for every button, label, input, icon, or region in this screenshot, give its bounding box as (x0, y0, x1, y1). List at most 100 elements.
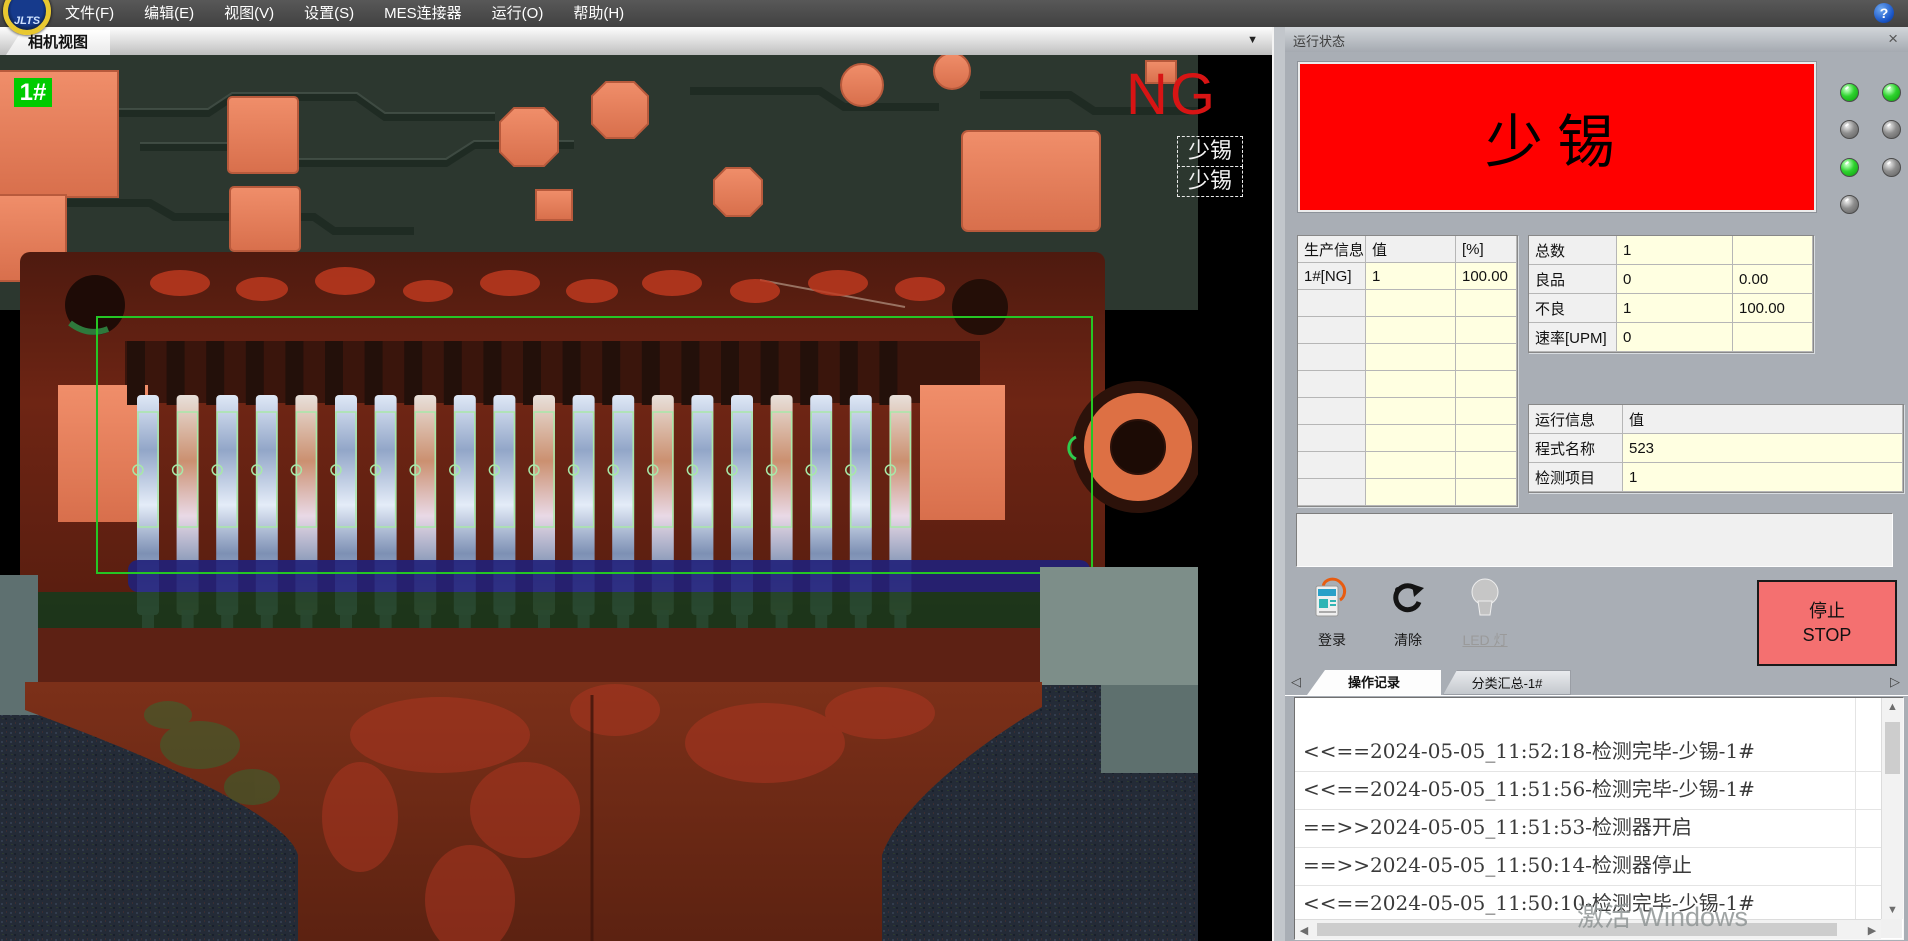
alarm-text: 少锡 (1485, 95, 1629, 179)
table-cell (1456, 371, 1517, 398)
alarm-banner: 少锡 (1298, 62, 1816, 212)
table-cell (1366, 452, 1456, 479)
scroll-right-icon[interactable]: ▶ (1866, 924, 1878, 937)
table-cell (1733, 323, 1813, 352)
table-cell (1298, 398, 1366, 425)
table-row: 生产信息值[%] (1298, 236, 1517, 263)
log-entry[interactable]: <<==2024-05-05_11:52:18-检测完毕-少锡-1# (1295, 734, 1881, 772)
table-cell (1298, 290, 1366, 317)
camera-number-badge: 1# (14, 78, 52, 107)
inspection-result-text: NG (1126, 61, 1217, 128)
table-cell (1733, 236, 1813, 265)
scroll-down-icon[interactable]: ▼ (1882, 904, 1903, 916)
table-cell (1456, 452, 1517, 479)
table-cell (1366, 344, 1456, 371)
vertical-scrollbar[interactable]: ▲ ▼ (1881, 698, 1903, 919)
status-panel-header: 运行状态 × (1285, 27, 1908, 53)
table-cell (1298, 371, 1366, 398)
status-led-green (1840, 83, 1859, 102)
clear-icon (1386, 576, 1430, 622)
led-bulb-icon (1463, 576, 1507, 622)
table-row (1298, 290, 1517, 317)
table-cell (1366, 371, 1456, 398)
status-led-gray (1840, 120, 1859, 139)
tab-scroll-left-icon[interactable]: ◁ (1291, 674, 1301, 690)
app-window: JLTS 文件(F)编辑(E)视图(V)设置(S)MES连接器运行(O)帮助(H… (0, 0, 1908, 941)
status-led-green (1882, 83, 1901, 102)
table-row (1298, 452, 1517, 479)
log-entry[interactable]: ==>>2024-05-05_11:51:53-检测器开启 (1295, 810, 1881, 848)
log-tab-bar: ◁ 操作记录 分类汇总-1# ▷ (1285, 668, 1908, 696)
tab-scroll-right-icon[interactable]: ▷ (1890, 674, 1900, 690)
menu-items: 文件(F)编辑(E)视图(V)设置(S)MES连接器运行(O)帮助(H) (50, 0, 639, 27)
table-row: 速率[UPM]0 (1529, 323, 1813, 352)
table-cell: 检测项目 (1529, 463, 1623, 492)
table-cell: 0 (1617, 265, 1733, 294)
table-cell (1366, 479, 1456, 506)
table-cell (1298, 452, 1366, 479)
menu-item[interactable]: 编辑(E) (129, 0, 209, 27)
table-cell (1298, 479, 1366, 506)
table-header-cell: 生产信息 (1298, 236, 1366, 263)
table-cell (1366, 425, 1456, 452)
table-cell: 总数 (1529, 236, 1617, 265)
message-box (1296, 513, 1893, 567)
status-led-gray (1882, 120, 1901, 139)
table-row: 不良1100.00 (1529, 294, 1813, 323)
table-row: 总数1 (1529, 236, 1813, 265)
stop-label-en: STOP (1803, 623, 1852, 647)
camera-view[interactable]: 1# NG 少锡 少锡 (0, 55, 1272, 941)
stats-table: 总数1良品00.00不良1100.00速率[UPM]0 (1528, 235, 1814, 353)
table-row: 良品00.00 (1529, 265, 1813, 294)
table-cell: 1#[NG] (1298, 263, 1366, 290)
tab-class-summary[interactable]: 分类汇总-1# (1443, 670, 1571, 695)
scroll-up-icon[interactable]: ▲ (1882, 701, 1903, 713)
table-cell: 0.00 (1733, 265, 1813, 294)
log-entry[interactable]: <<==2024-05-05_11:50:10-检测完毕-少锡-1# (1295, 886, 1881, 919)
camera-tab-strip: 相机视图 ▼ (0, 27, 1272, 56)
operation-log-list[interactable]: <<==2024-05-05_11:52:18-检测完毕-少锡-1#<<==20… (1294, 697, 1904, 940)
menu-item[interactable]: 设置(S) (289, 0, 369, 27)
defect-tag-list: 少锡 少锡 (1177, 137, 1243, 197)
table-row (1298, 371, 1517, 398)
table-cell: 良品 (1529, 265, 1617, 294)
table-cell (1298, 425, 1366, 452)
close-icon[interactable]: × (1888, 29, 1898, 49)
menu-bar: JLTS 文件(F)编辑(E)视图(V)设置(S)MES连接器运行(O)帮助(H… (0, 0, 1908, 27)
defect-tag: 少锡 (1177, 166, 1243, 197)
table-row (1298, 344, 1517, 371)
help-icon[interactable]: ? (1874, 3, 1894, 23)
menu-item[interactable]: 视图(V) (209, 0, 289, 27)
scroll-left-icon[interactable]: ◀ (1298, 924, 1310, 937)
tab-operation-log[interactable]: 操作记录 (1307, 670, 1441, 695)
login-button[interactable]: 登录 (1297, 576, 1367, 642)
table-header-cell: [%] (1456, 236, 1517, 263)
led-light-button[interactable]: LED 灯 (1450, 576, 1520, 642)
run-info-table: 运行信息值程式名称523检测项目1 (1528, 404, 1904, 493)
table-cell: 1 (1623, 463, 1903, 492)
table-cell (1456, 479, 1517, 506)
vertical-scroll-thumb[interactable] (1885, 722, 1900, 774)
scrollbar-corner (1881, 919, 1902, 938)
chevron-down-icon[interactable]: ▼ (1247, 34, 1258, 46)
stop-button[interactable]: 停止 STOP (1757, 580, 1897, 666)
menu-item[interactable]: 帮助(H) (558, 0, 639, 27)
clear-button[interactable]: 清除 (1373, 576, 1443, 642)
menu-item[interactable]: MES连接器 (369, 0, 477, 27)
log-entry[interactable]: <<==2024-05-05_11:51:56-检测完毕-少锡-1# (1295, 772, 1881, 810)
table-cell (1456, 398, 1517, 425)
log-column-divider (1855, 698, 1856, 919)
table-cell (1366, 317, 1456, 344)
defect-tag: 少锡 (1177, 136, 1243, 167)
horizontal-scroll-thumb[interactable] (1317, 923, 1837, 936)
menu-item[interactable]: 文件(F) (50, 0, 129, 27)
table-row: 检测项目1 (1529, 463, 1903, 492)
table-cell: 1 (1617, 294, 1733, 323)
status-panel-title: 运行状态 (1293, 31, 1345, 50)
horizontal-scrollbar[interactable]: ◀ ▶ (1295, 919, 1881, 939)
log-entry[interactable]: ==>>2024-05-05_11:50:14-检测器停止 (1295, 848, 1881, 886)
table-cell: 程式名称 (1529, 434, 1623, 463)
menu-item[interactable]: 运行(O) (477, 0, 559, 27)
table-cell: 100.00 (1456, 263, 1517, 290)
table-header-cell: 值 (1366, 236, 1456, 263)
